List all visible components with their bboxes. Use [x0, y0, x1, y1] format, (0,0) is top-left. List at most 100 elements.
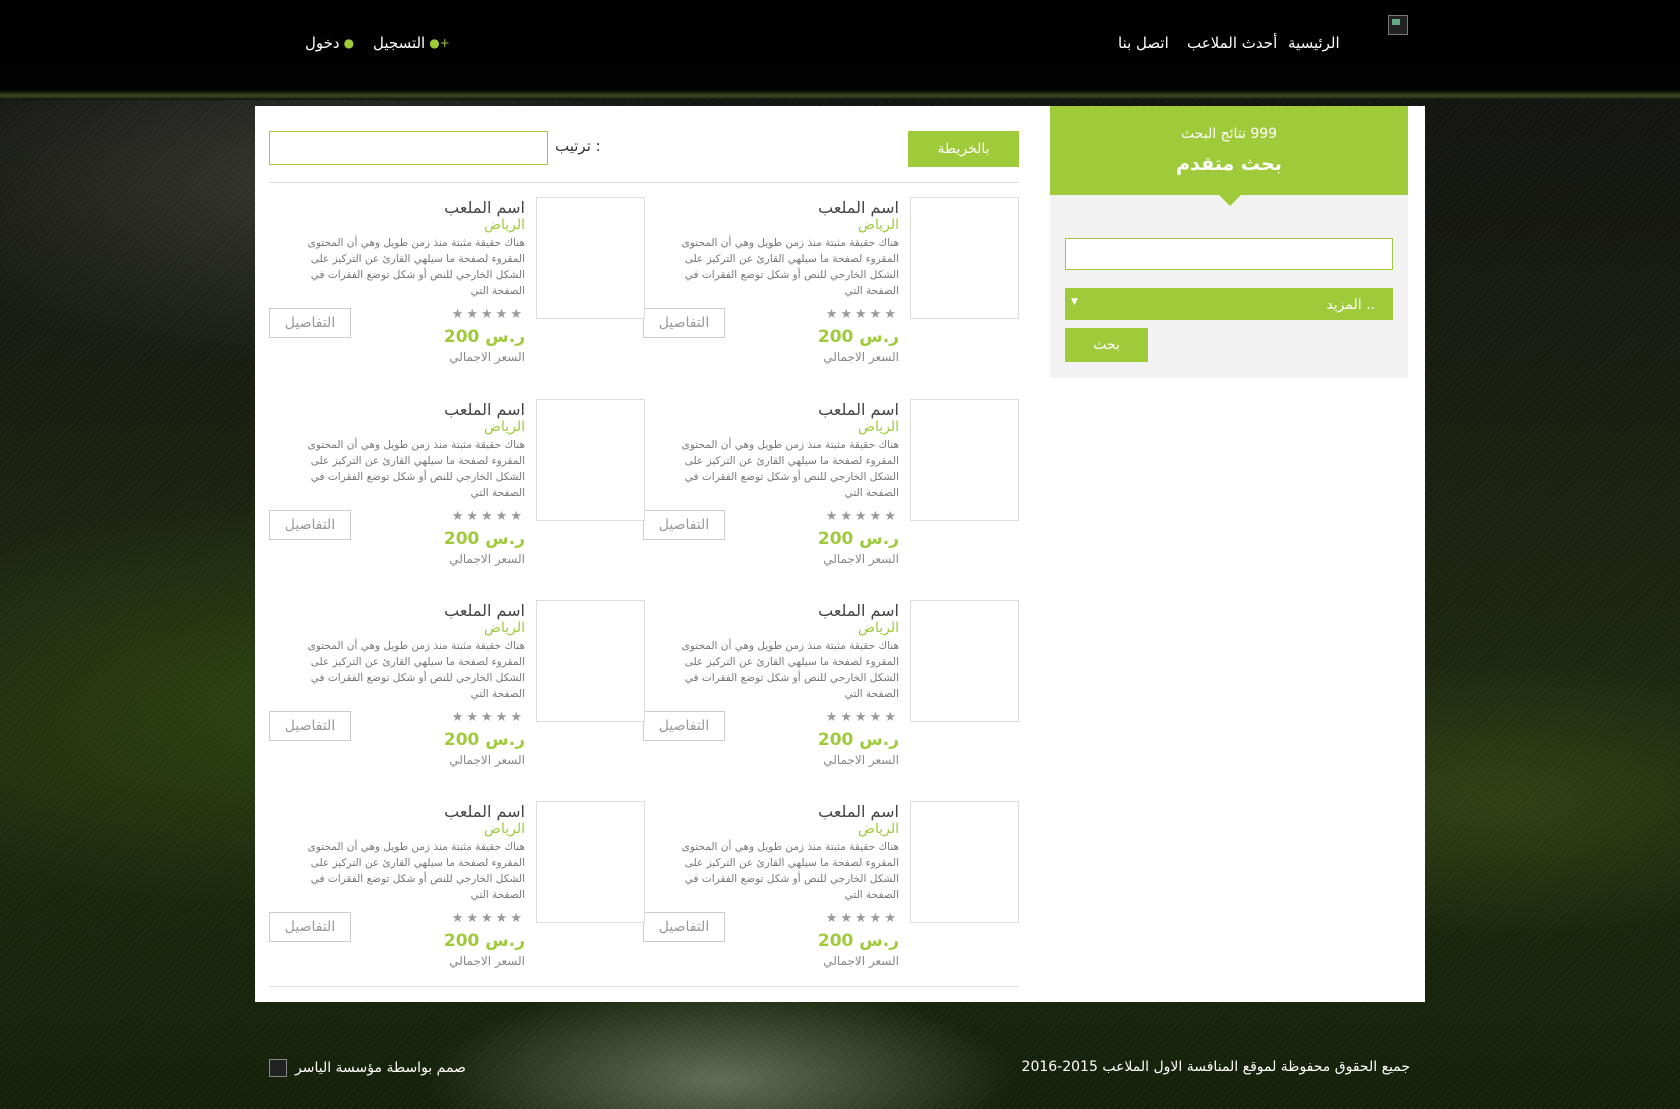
field-city: الرياض	[858, 217, 899, 233]
details-button[interactable]: التفاصيل	[269, 711, 351, 741]
field-price: 200 ر.س	[443, 730, 525, 750]
total-price-label: السعر الاجمالي	[449, 552, 525, 566]
field-card: اسم الملعب الرياض هناك حقيقة مثبتة منذ ز…	[643, 801, 1019, 971]
top-navbar: الرئيسية أحدث الملاعب اتصل بنا التسجيل ●…	[0, 0, 1680, 100]
field-card: اسم الملعب الرياض هناك حقيقة مثبتة منذ ز…	[269, 197, 645, 367]
field-card: اسم الملعب الرياض هناك حقيقة مثبتة منذ ز…	[643, 399, 1019, 569]
rating-stars-icon[interactable]: ★★★★★	[826, 911, 899, 926]
field-image[interactable]	[536, 600, 645, 722]
total-price-label: السعر الاجمالي	[449, 753, 525, 767]
login-label: دخول	[305, 34, 340, 52]
total-price-label: السعر الاجمالي	[823, 954, 899, 968]
field-city: الرياض	[858, 620, 899, 636]
field-name[interactable]: اسم الملعب	[444, 400, 525, 419]
field-description: هناك حقيقة مثبتة منذ زمن طويل وهي أن الم…	[307, 439, 525, 499]
field-image[interactable]	[910, 197, 1019, 319]
header-arrow	[1219, 195, 1241, 206]
details-button[interactable]: التفاصيل	[643, 308, 725, 338]
advanced-search-panel: 999 نتائج البحث بحث متقدم المزيد .. ▼ بح…	[1050, 106, 1408, 378]
field-name[interactable]: اسم الملعب	[818, 198, 899, 217]
field-name[interactable]: اسم الملعب	[818, 802, 899, 821]
details-button[interactable]: التفاصيل	[643, 510, 725, 540]
field-price: 200 ر.س	[817, 327, 899, 347]
field-price: 200 ر.س	[443, 529, 525, 549]
total-price-label: السعر الاجمالي	[449, 954, 525, 968]
rating-stars-icon[interactable]: ★★★★★	[826, 710, 899, 725]
total-price-label: السعر الاجمالي	[823, 753, 899, 767]
user-plus-icon: ●+	[429, 36, 450, 50]
details-button[interactable]: التفاصيل	[269, 510, 351, 540]
nav-home[interactable]: الرئيسية	[1288, 34, 1340, 52]
total-price-label: السعر الاجمالي	[449, 350, 525, 364]
designer-credit: صمم بواسطة مؤسسة الياسر	[269, 1059, 466, 1077]
field-city: الرياض	[484, 821, 525, 837]
field-name[interactable]: اسم الملعب	[444, 198, 525, 217]
field-card: اسم الملعب الرياض هناك حقيقة مثبتة منذ ز…	[643, 600, 1019, 770]
search-header: 999 نتائج البحث بحث متقدم	[1050, 106, 1408, 195]
field-price: 200 ر.س	[443, 327, 525, 347]
field-image[interactable]	[536, 197, 645, 319]
details-button[interactable]: التفاصيل	[269, 912, 351, 942]
caret-down-icon: ▼	[1071, 297, 1078, 307]
field-image[interactable]	[536, 801, 645, 923]
field-price: 200 ر.س	[817, 529, 899, 549]
field-card: اسم الملعب الرياض هناك حقيقة مثبتة منذ ز…	[269, 801, 645, 971]
field-city: الرياض	[858, 821, 899, 837]
divider	[269, 182, 1019, 183]
copyright-text: جميع الحقوق محفوظة لموقع المنافسة الاول …	[1021, 1059, 1410, 1075]
field-image[interactable]	[536, 399, 645, 521]
field-name[interactable]: اسم الملعب	[818, 601, 899, 620]
sort-input[interactable]	[269, 131, 548, 165]
site-logo[interactable]	[1388, 15, 1408, 35]
field-description: هناك حقيقة مثبتة منذ زمن طويل وهي أن الم…	[681, 841, 899, 901]
field-description: هناك حقيقة مثبتة منذ زمن طويل وهي أن الم…	[681, 439, 899, 499]
results-count: 999 نتائج البحث	[1180, 126, 1278, 142]
map-view-button[interactable]: بالخريطة	[908, 131, 1019, 167]
field-description: هناك حقيقة مثبتة منذ زمن طويل وهي أن الم…	[307, 841, 525, 901]
details-button[interactable]: التفاصيل	[269, 308, 351, 338]
designer-credit-text: صمم بواسطة مؤسسة الياسر	[295, 1060, 466, 1076]
field-card: اسم الملعب الرياض هناك حقيقة مثبتة منذ ز…	[643, 197, 1019, 367]
nav-contact[interactable]: اتصل بنا	[1118, 34, 1169, 52]
field-description: هناك حقيقة مثبتة منذ زمن طويل وهي أن الم…	[681, 640, 899, 700]
field-city: الرياض	[858, 419, 899, 435]
nav-latest-fields[interactable]: أحدث الملاعب	[1187, 34, 1277, 52]
field-description: هناك حقيقة مثبتة منذ زمن طويل وهي أن الم…	[307, 237, 525, 297]
field-name[interactable]: اسم الملعب	[444, 802, 525, 821]
field-description: هناك حقيقة مثبتة منذ زمن طويل وهي أن الم…	[681, 237, 899, 297]
designer-logo-icon[interactable]	[269, 1059, 287, 1077]
search-input[interactable]	[1065, 238, 1393, 270]
rating-stars-icon[interactable]: ★★★★★	[826, 509, 899, 524]
field-price: 200 ر.س	[817, 730, 899, 750]
field-image[interactable]	[910, 399, 1019, 521]
field-image[interactable]	[910, 801, 1019, 923]
field-image[interactable]	[910, 600, 1019, 722]
user-icon: ●	[343, 36, 355, 50]
advanced-search-title: بحث متقدم	[1176, 153, 1282, 175]
more-select[interactable]: المزيد .. ▼	[1065, 288, 1393, 320]
search-button[interactable]: بحث	[1065, 328, 1148, 362]
register-link[interactable]: التسجيل ●+	[373, 34, 450, 52]
field-city: الرياض	[484, 620, 525, 636]
more-select-label: المزيد ..	[1326, 297, 1375, 313]
field-description: هناك حقيقة مثبتة منذ زمن طويل وهي أن الم…	[307, 640, 525, 700]
field-card: اسم الملعب الرياض هناك حقيقة مثبتة منذ ز…	[269, 600, 645, 770]
rating-stars-icon[interactable]: ★★★★★	[826, 307, 899, 322]
field-name[interactable]: اسم الملعب	[818, 400, 899, 419]
rating-stars-icon[interactable]: ★★★★★	[452, 509, 525, 524]
details-button[interactable]: التفاصيل	[643, 912, 725, 942]
rating-stars-icon[interactable]: ★★★★★	[452, 307, 525, 322]
details-button[interactable]: التفاصيل	[643, 711, 725, 741]
field-card: اسم الملعب الرياض هناك حقيقة مثبتة منذ ز…	[269, 399, 645, 569]
total-price-label: السعر الاجمالي	[823, 552, 899, 566]
login-link[interactable]: دخول ●	[305, 34, 354, 52]
rating-stars-icon[interactable]: ★★★★★	[452, 911, 525, 926]
register-label: التسجيل	[373, 34, 426, 52]
field-city: الرياض	[484, 419, 525, 435]
total-price-label: السعر الاجمالي	[823, 350, 899, 364]
field-city: الرياض	[484, 217, 525, 233]
field-price: 200 ر.س	[817, 931, 899, 951]
divider	[269, 986, 1019, 987]
rating-stars-icon[interactable]: ★★★★★	[452, 710, 525, 725]
field-name[interactable]: اسم الملعب	[444, 601, 525, 620]
